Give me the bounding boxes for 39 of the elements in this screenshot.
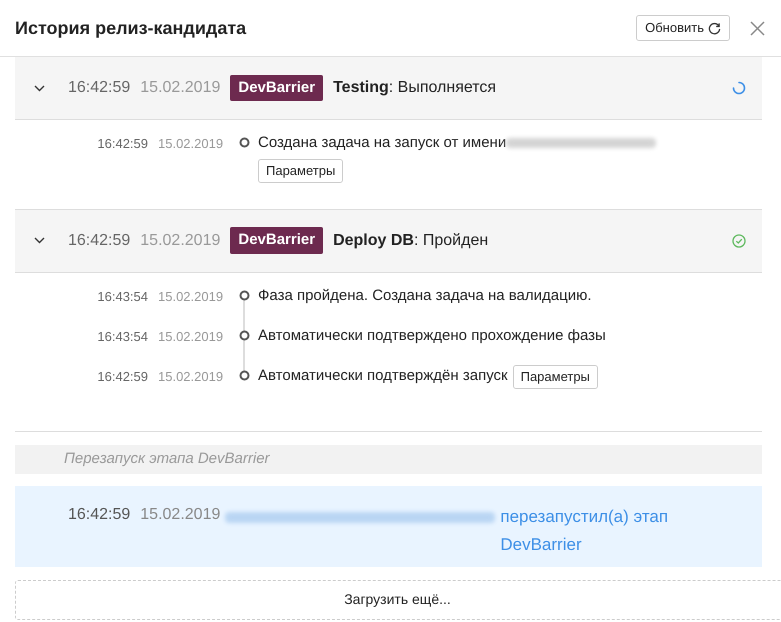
event-date: 15.02.2019 bbox=[158, 135, 224, 153]
event-time: 16:42:59 bbox=[96, 135, 148, 153]
stage-date: 15.02.2019 bbox=[140, 230, 220, 250]
stage-status-text: Testing: Выполняется bbox=[333, 78, 496, 98]
load-more-button[interactable]: Загрузить ещё... bbox=[15, 580, 781, 620]
stage-header[interactable]: 16:42:59 15.02.2019 DevBarrier Testing: Выполняется bbox=[15, 57, 762, 120]
refresh-icon bbox=[708, 22, 721, 34]
event-text: Автоматически подтверждено прохождение фазы bbox=[258, 326, 606, 346]
check-circle-icon bbox=[732, 234, 746, 248]
timeline-dot-icon bbox=[238, 137, 250, 148]
timeline-dot-icon bbox=[238, 370, 250, 380]
stage-date: 15.02.2019 bbox=[140, 78, 220, 98]
restart-text: перезапустил(а) этап DevBarrier bbox=[500, 506, 670, 556]
stage-tag: DevBarrier bbox=[230, 74, 324, 102]
refresh-button[interactable]: Обновить bbox=[636, 15, 730, 41]
timeline-dot-icon bbox=[238, 330, 250, 340]
stage-tag: DevBarrier bbox=[230, 227, 324, 254]
stage-time: 16:42:59 bbox=[68, 230, 130, 250]
timeline-dot-icon bbox=[238, 290, 250, 300]
event-time: 16:43:54 bbox=[96, 288, 148, 306]
event-time: 16:43:54 bbox=[96, 328, 148, 346]
event-text: Автоматически подтверждён запуск bbox=[258, 366, 508, 386]
event-time: 16:42:59 bbox=[96, 368, 148, 386]
event-date: 15.02.2019 bbox=[158, 288, 224, 306]
dialog-title: История релиз-кандидата bbox=[15, 16, 246, 40]
close-icon[interactable] bbox=[750, 20, 765, 36]
restart-note: Перезапуск этапа DevBarrier bbox=[15, 444, 762, 474]
restart-date: 15.02.2019 bbox=[140, 504, 220, 524]
stage-header[interactable]: 16:42:59 15.02.2019 DevBarrier Deploy DB: Пройден bbox=[15, 210, 762, 272]
event-date: 15.02.2019 bbox=[158, 328, 224, 346]
parameters-button[interactable]: Параметры bbox=[512, 364, 598, 388]
restart-time: 16:42:59 bbox=[68, 504, 130, 524]
event-date: 15.02.2019 bbox=[158, 368, 224, 386]
stage-status-text: Deploy DB: Пройден bbox=[333, 230, 488, 250]
stage-time: 16:42:59 bbox=[68, 78, 130, 98]
event-text: Создана задача на запуск от имени bbox=[258, 133, 506, 153]
event-text: Фаза пройдена. Создана задача на валидацию. bbox=[258, 286, 592, 306]
loading-spinner-icon bbox=[732, 81, 746, 95]
parameters-button[interactable]: Параметры bbox=[258, 158, 344, 182]
